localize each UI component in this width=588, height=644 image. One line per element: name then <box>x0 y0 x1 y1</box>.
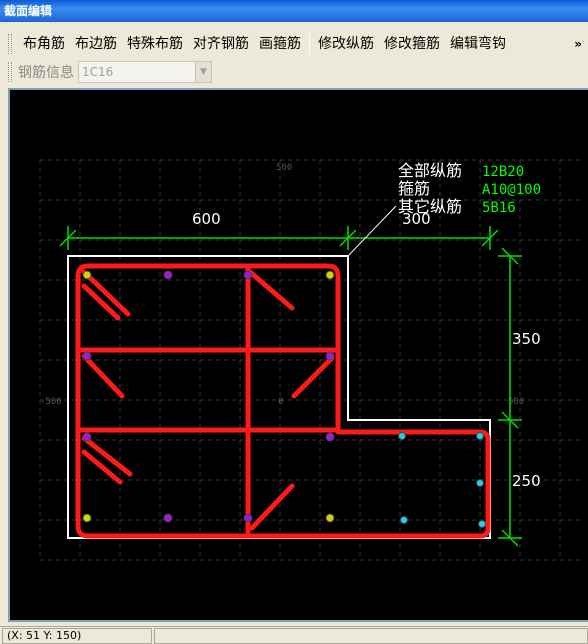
chevron-down-icon[interactable]: ▼ <box>195 62 211 82</box>
menu-align-rebar[interactable]: 对齐钢筋 <box>188 34 254 54</box>
dim-top-left: 600 <box>192 210 221 228</box>
other-rebar[interactable] <box>478 520 486 528</box>
grid-label-top: 500 <box>276 163 292 173</box>
legend-value-stirrup: A10@100 <box>482 182 541 198</box>
dimension-lines <box>59 226 522 547</box>
legend-label-other-long: 其它纵筋 <box>398 197 462 216</box>
rebar-info-toolbar: 钢筋信息 1C16 ▼ <box>0 58 588 86</box>
menu-separator <box>309 34 310 54</box>
window-title: 截面编辑 <box>0 0 588 22</box>
edge-rebar[interactable] <box>243 513 253 523</box>
legend-value-all-long: 12B20 <box>482 164 524 180</box>
rebar-info-label: 钢筋信息 <box>18 65 74 81</box>
edge-rebar[interactable] <box>325 351 335 361</box>
rebar-info-value: 1C16 <box>82 65 114 79</box>
section-canvas[interactable]: 500 -500 0 500 600 300 350 250 全部纵筋 12B2… <box>8 88 588 622</box>
menu-corner-rebar[interactable]: 布角筋 <box>18 34 70 54</box>
edge-rebar[interactable] <box>163 513 173 523</box>
other-rebar[interactable] <box>400 516 408 524</box>
section-drawing[interactable]: 500 -500 0 500 600 300 350 250 全部纵筋 12B2… <box>10 90 588 620</box>
corner-rebar[interactable] <box>82 513 92 523</box>
legend-label-stirrup: 箍筋 <box>398 179 430 198</box>
menu-edit-hook[interactable]: 编辑弯钩 <box>445 34 511 54</box>
toolbar-grip[interactable] <box>8 62 12 82</box>
edge-rebar[interactable] <box>82 432 92 442</box>
status-pane-empty <box>154 627 588 644</box>
edge-rebar[interactable] <box>325 432 335 442</box>
edge-rebar[interactable] <box>163 270 173 280</box>
toolbar-overflow-icon[interactable]: » <box>574 37 588 51</box>
grid-label-left: -500 <box>40 397 62 407</box>
longitudinal-rebars[interactable] <box>82 270 486 528</box>
cursor-coordinates: (X: 51 Y: 150) <box>2 627 152 644</box>
corner-rebar[interactable] <box>325 513 335 523</box>
other-rebar[interactable] <box>398 432 406 440</box>
other-rebar[interactable] <box>476 479 484 487</box>
corner-rebar[interactable] <box>82 270 92 280</box>
edge-rebar[interactable] <box>243 270 253 280</box>
rebar-info-select[interactable]: 1C16 ▼ <box>78 61 212 83</box>
menu-edge-rebar[interactable]: 布边筋 <box>70 34 122 54</box>
corner-rebar[interactable] <box>325 270 335 280</box>
edge-rebar[interactable] <box>82 351 92 361</box>
grid-label-center: 0 <box>278 397 283 407</box>
status-bar: (X: 51 Y: 150) <box>0 626 588 644</box>
legend-label-all-long: 全部纵筋 <box>398 161 462 180</box>
dim-right-lower: 250 <box>512 472 541 490</box>
menu-special-rebar[interactable]: 特殊布筋 <box>122 34 188 54</box>
dim-right-upper: 350 <box>512 330 541 348</box>
menu-modify-stirrup[interactable]: 修改箍筋 <box>379 34 445 54</box>
menu-draw-stirrup[interactable]: 画箍筋 <box>254 34 306 54</box>
legend-value-other-long: 5B16 <box>482 200 516 216</box>
grid-lines <box>39 159 580 561</box>
rebar-legend: 全部纵筋 12B20 箍筋 A10@100 其它纵筋 5B16 <box>398 161 541 216</box>
menu-toolbar: 布角筋 布边筋 特殊布筋 对齐钢筋 画箍筋 修改纵筋 修改箍筋 编辑弯钩 » <box>0 30 588 58</box>
other-rebar[interactable] <box>476 432 484 440</box>
menu-modify-long-rebar[interactable]: 修改纵筋 <box>313 34 379 54</box>
toolbar-grip[interactable] <box>8 34 12 54</box>
